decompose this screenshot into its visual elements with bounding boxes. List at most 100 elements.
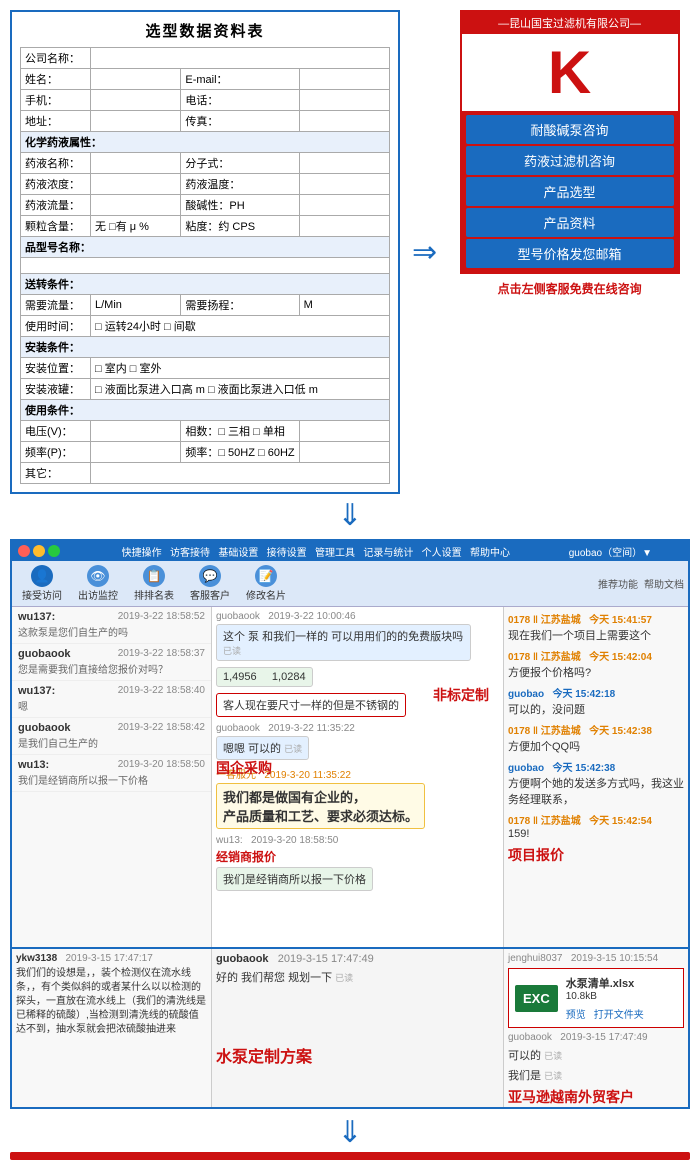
- filter-consult-btn[interactable]: 药液过滤机咨询: [466, 146, 674, 175]
- mol-label: 分子式：: [181, 153, 299, 174]
- recommend-label: 推荐功能: [598, 576, 638, 591]
- rchat-header: 0178 ‖ 江苏盐城 今天 15:42:04: [508, 648, 684, 663]
- contact-guobaook-1[interactable]: guobaook 2019-3-22 18:58:37 您是需要我们直接给您报价…: [12, 644, 211, 681]
- tab-service[interactable]: 💬 客服客户: [184, 563, 236, 604]
- annotation-jingxiao: 经销商报价: [216, 848, 499, 865]
- install-pos-value: □ 室内 □ 室外: [91, 358, 390, 379]
- time-value: □ 运转24小时 □ 间歇: [91, 316, 390, 337]
- tab-accept-label: 接受访问: [22, 587, 62, 602]
- chem-name-label: 药液名称：: [21, 153, 91, 174]
- flow-section-header: 送转条件：: [21, 274, 390, 295]
- product-select-btn[interactable]: 产品选型: [466, 177, 674, 206]
- use-section-header: 使用条件：: [21, 400, 390, 421]
- file-icon: EXC: [515, 985, 558, 1012]
- min-btn[interactable]: [33, 545, 45, 557]
- ranking-icon: 📋: [143, 565, 165, 587]
- msg-bubble: 我们是经销商所以报一下价格: [216, 867, 373, 891]
- rchat-header: 0178 ‖ 江苏盐城 今天 15:41:57: [508, 611, 684, 626]
- rchat-body: 可以的，没问题: [508, 701, 684, 717]
- freq-value: [91, 442, 181, 463]
- contact-time: 2019-3-22 18:58:37: [118, 648, 205, 659]
- pump-consult-btn[interactable]: 耐酸碱泵咨询: [466, 115, 674, 144]
- rchat-msg-3: guobao 今天 15:42:18 可以的，没问题: [508, 685, 684, 717]
- mol-value: [299, 153, 389, 174]
- close-btn[interactable]: [18, 545, 30, 557]
- phase-value: [299, 421, 389, 442]
- chem-name-value: [91, 153, 181, 174]
- contact-name: guobaook: [18, 648, 71, 660]
- bottom-contact-name: ykw3138 2019-3-15 17:47:17: [16, 953, 207, 964]
- other-label: 其它：: [21, 463, 91, 484]
- open-folder-btn[interactable]: 打开文件夹: [594, 1006, 644, 1021]
- contact-list: wu137: 2019-3-22 18:58:52 这款泵是您们自生产的吗 gu…: [12, 607, 212, 947]
- tab-ranking[interactable]: 📋 排排名表: [128, 563, 180, 604]
- service-icon: 💬: [199, 565, 221, 587]
- msg-numbers: 1,4956 1,0284: [216, 667, 499, 687]
- help-label: 帮助文档: [644, 576, 684, 591]
- msg-bubble: 1,4956 1,0284: [216, 667, 313, 687]
- msg-bubble: 嗯嗯 可以的 已读: [216, 736, 309, 760]
- tab-monitor[interactable]: 👁 出访监控: [72, 563, 124, 604]
- annotation-container-2: 一客服光 2019-3-20 11:35:22 我们都是做国有企业的，产品质量和…: [216, 766, 499, 829]
- rchat-body: 159!: [508, 828, 684, 840]
- msg-guobaook-2: guobaook 2019-3-22 11:35:22 嗯嗯 可以的 已读: [216, 723, 499, 760]
- hz-value: [299, 442, 389, 463]
- rchat-body: 现在我们一个项目上需要这个: [508, 627, 684, 643]
- annotation-amazon: 亚马逊越南外贸客户: [508, 1087, 684, 1107]
- addr-value: [91, 111, 181, 132]
- file-size: 10.8kB: [566, 991, 644, 1002]
- contact-guobaook-2[interactable]: guobaook 2019-3-22 18:58:42 是我们自己生产的: [12, 718, 211, 755]
- window-chrome: 快捷操作 访客接待 基础设置 接待设置 管理工具 记录与统计 个人设置 帮助中心…: [12, 541, 688, 561]
- file-sender: jenghui8037 2019-3-15 10:15:54: [508, 953, 684, 964]
- model-value: [21, 258, 390, 274]
- install-tank-value: □ 液面比泵进入口高 m □ 液面比泵进入口低 m: [91, 379, 390, 400]
- window-title: 快捷操作 访客接待 基础设置 接待设置 管理工具 记录与统计 个人设置 帮助中心…: [63, 544, 682, 559]
- chat-bottom: ykw3138 2019-3-15 17:47:17 我们们的设想是，，装个检测…: [12, 947, 688, 1107]
- tab-card[interactable]: 📝 修改名片: [240, 563, 292, 604]
- price-email-btn[interactable]: 型号价格发您邮箱: [466, 239, 674, 268]
- rchat-body: 方便加个QQ吗: [508, 738, 684, 754]
- temp-value: [299, 174, 389, 195]
- file-info: 水泵清单.xlsx 10.8kB 预览 打开文件夹: [566, 975, 644, 1021]
- rchat-msg-1: 0178 ‖ 江苏盐城 今天 15:41:57 现在我们一个项目上需要这个: [508, 611, 684, 643]
- preview-btn[interactable]: 预览: [566, 1006, 586, 1021]
- bottom-red-bar: [10, 1152, 690, 1160]
- voltage-label: 电压(V)：: [21, 421, 91, 442]
- msg-guobaook-1: guobaook 2019-3-22 10:00:46 这个 泵 和我们一样的 …: [216, 611, 499, 661]
- max-btn[interactable]: [48, 545, 60, 557]
- chem-section-header: 化学药液属性：: [21, 132, 390, 153]
- contact-msg: 这款泵是您们自生产的吗: [18, 624, 178, 639]
- other-value: [91, 463, 390, 484]
- right-arrow: ⇒: [412, 235, 437, 270]
- contact-name: wu137:: [18, 685, 55, 697]
- msg-read: 已读: [223, 646, 241, 656]
- chat-bottom-left: ykw3138 2019-3-15 17:47:17 我们们的设想是，，装个检测…: [12, 949, 212, 1107]
- chat-tabs: 👤 接受访问 👁 出访监控 📋 排排名表 💬 客服客户 📝 修改名片 推荐功能 …: [12, 561, 688, 607]
- msg-header: guobaook 2019-3-22 10:00:46: [216, 611, 499, 622]
- fax-value: [299, 111, 389, 132]
- msg-bubble-guoqi: 我们都是做国有企业的，产品质量和工艺、要求必须达标。: [216, 783, 425, 829]
- addr-label: 地址：: [21, 111, 91, 132]
- product-info-btn[interactable]: 产品资料: [466, 208, 674, 237]
- annotation-guoqicaigou: 国企采购: [216, 758, 272, 778]
- file-actions: 预览 打开文件夹: [566, 1006, 644, 1021]
- company-card: —昆山国宝过滤机有限公司— K 耐酸碱泵咨询 药液过滤机咨询 产品选型 产品资料…: [460, 10, 680, 274]
- chat-bottom-center: 水泵定制方案 guobaook 2019-3-15 17:47:49 好的 我们…: [212, 949, 503, 1107]
- k-letter: K: [548, 43, 591, 103]
- rchat-body: 方便啊个她的发送多方式吗，我这业务经理联系，: [508, 775, 684, 807]
- contact-msg: 嗯: [18, 698, 178, 713]
- contact-name: guobaook: [18, 722, 71, 734]
- msg-wu13: wu13: 2019-3-20 18:58:50 经销商报价 我们是经销商所以报…: [216, 835, 499, 891]
- contact-wu137-1[interactable]: wu137: 2019-3-22 18:58:52 这款泵是您们自生产的吗: [12, 607, 211, 644]
- contact-msg: 是我们自己生产的: [18, 735, 178, 750]
- install-tank-label: 安装液罐：: [21, 379, 91, 400]
- company-label: 公司名称：: [21, 48, 91, 69]
- tab-service-label: 客服客户: [190, 587, 230, 602]
- tab-monitor-label: 出访监控: [78, 587, 118, 602]
- time-label: 使用时间：: [21, 316, 91, 337]
- contact-wu137-2[interactable]: wu137: 2019-3-22 18:58:40 嗯: [12, 681, 211, 718]
- tab-card-label: 修改名片: [246, 587, 286, 602]
- form-table: 公司名称： 姓名： E-mail： 手机： 电话： 地址： 传真：: [20, 47, 390, 484]
- tab-accept-visit[interactable]: 👤 接受访问: [16, 563, 68, 604]
- contact-wu13[interactable]: wu13: 2019-3-20 18:58:50 我们是经销商所以报一下价格: [12, 755, 211, 792]
